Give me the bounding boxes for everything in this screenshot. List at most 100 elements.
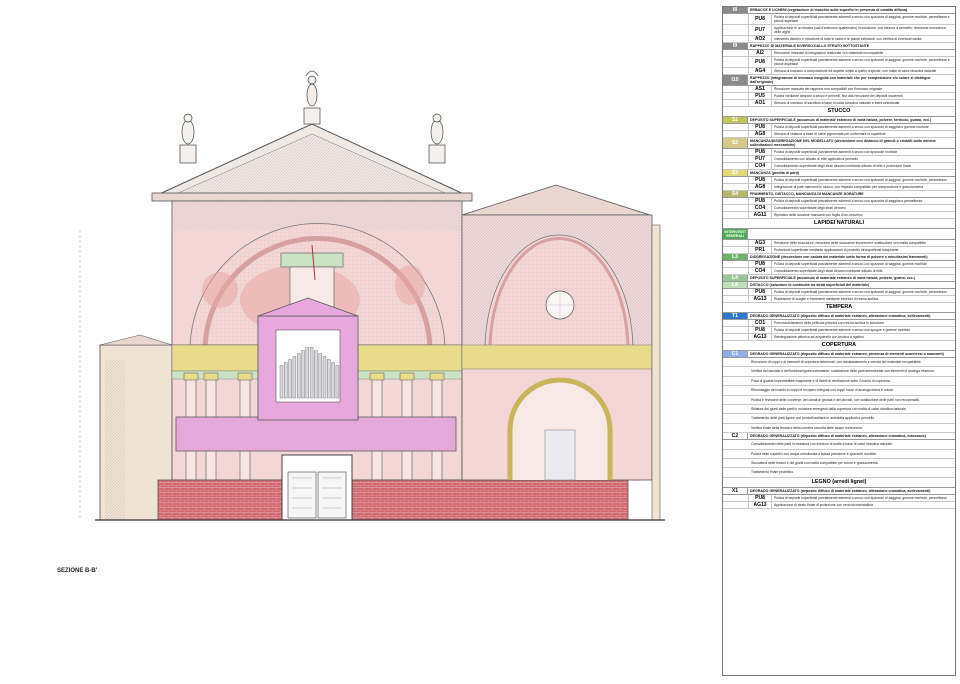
legend-item-header: INTERVENTI GENERALI: [723, 229, 955, 240]
legend-item-header: L4 DEPOSITO SUPERFICIALE (accumulo di mat…: [723, 275, 955, 282]
legend-c1-note: Pulizia e revisione delle converse, dei …: [723, 396, 955, 406]
legend-item-title: DEGRADO GENERALIZZATO (deposito diffuso …: [750, 352, 944, 356]
legend-sub-row: PU8 Pulizia di depositi superficiali parz…: [723, 14, 955, 25]
legend-c2-note: Pulizia delle superfici con acqua nebuli…: [723, 450, 955, 460]
legend-op-text: Rimozione manuale di integrazioni realiz…: [774, 51, 884, 55]
organ-pipe: [305, 347, 309, 399]
central-door: [281, 454, 353, 521]
legend-code: I9: [723, 43, 748, 49]
legend-op-text: Applicazione di strato finale di protezi…: [774, 502, 873, 507]
legend-sub-spacer: [723, 494, 749, 501]
legend-item-title: [748, 229, 955, 239]
legend-op-text: Riadesione di scaglie e frammenti median…: [774, 297, 879, 301]
column-capital: [429, 372, 445, 381]
legend-code: C1: [723, 351, 748, 357]
legend-item-header: L5 DISTACCO (soluzione di continuità tra …: [723, 282, 955, 289]
legend-code: S4: [723, 191, 748, 197]
legend-item-header: I10 RAPPEZZO (integrazione di intonaco es…: [723, 75, 955, 86]
legend-sub-spacer: [723, 184, 749, 190]
legend-op-code: AG3: [749, 240, 772, 246]
legend-c2-note: Trattamento finale protettivo.: [723, 468, 955, 478]
legend-op-code: PU7: [749, 156, 772, 162]
legend-sub-row: AG11 Ripristino delle dorature mancanti c…: [723, 212, 955, 219]
legend-sub-spacer: [723, 68, 749, 74]
legend-op-text: Pulizia di depositi superficiali parzial…: [774, 125, 929, 129]
legend-item-title: DEPOSITO SUPERFICIALE (accumulo di mater…: [750, 276, 916, 280]
legend-op-text: Pulizia di depositi superficiali parzial…: [774, 495, 947, 500]
organ-pipe: [301, 350, 305, 399]
legend-sub-row: CO4 Consolidamento superficiale degli str…: [723, 205, 955, 212]
legend-op-text: Stesura di intonaco a composizione ed as…: [774, 69, 937, 73]
legend-code: S2: [723, 138, 748, 148]
organ: [257, 297, 359, 421]
legend-op-text: Stesura di velatura a base di calce pigm…: [774, 132, 886, 136]
legend-op-text: Consolidamento superficiale degli strati…: [774, 164, 912, 168]
legend-c1-note: Verifica del tavolato e dell'orditura li…: [723, 367, 955, 377]
legend-item-title: DEGRADO GENERALIZZATO (deposito diffuso …: [750, 434, 926, 439]
legend-code: C2: [723, 433, 748, 440]
legend-op-code: AG13: [749, 296, 772, 302]
legend-item-header: S4 FRAMMENTO, DISTACCO, MANCANZA DI MANCA…: [723, 191, 955, 198]
legend-sub-spacer: [723, 93, 749, 99]
legend-c1-note: Stilatura dei giunti delle parti in mura…: [723, 405, 955, 415]
legend-op-text: Pulizia di depositi superficiali parzial…: [774, 58, 950, 66]
legend-op-code: AG4: [749, 68, 772, 74]
legend-code: S1: [723, 117, 748, 123]
elevation-svg: SEZIONE B-B': [57, 70, 665, 574]
legend-item-header: I9 RAPPEZZO DI MATERIALE DIVERSO DALLO ST…: [723, 43, 955, 50]
legend-op-text: Integrazione di parti mancanti in stucco…: [774, 185, 924, 189]
legend-sub-row: PR1 Protezione superficiale mediante appl…: [723, 247, 955, 254]
organ-pipe: [284, 362, 288, 399]
legend-op-text: Consolidamento con silicato di etile app…: [774, 157, 859, 161]
legend-op-code: AO1: [749, 100, 772, 106]
legend-c1-note: Posa di guaina impermeabile traspirante …: [723, 377, 955, 387]
legend-sub-spacer: [723, 86, 749, 92]
legend-sub-row: AG8 Stesura di velatura a base di calce p…: [723, 131, 955, 138]
legend-sub-row: AG13 Riadesione di scaglie e frammenti me…: [723, 296, 955, 303]
legend-op-code: CO4: [749, 205, 772, 211]
legend-code: T1: [723, 313, 748, 319]
legend-op-text: Revisione delle stuccature, rimozione de…: [774, 241, 926, 245]
legend-op-text: Rimozione manuale dei rappezzi non compa…: [774, 87, 883, 91]
legend-op-text: Ripristino delle dorature mancanti con f…: [774, 213, 863, 217]
legend-sub-row: AO2 Intervento diserbo e rimozione di tut…: [723, 36, 955, 43]
legend-sub-row: PU8 Pulizia di depositi superficiali parz…: [723, 261, 955, 268]
organ-pipe: [309, 347, 314, 399]
legend-c1-note: Rimontaggio del manto in coppi di recupe…: [723, 386, 955, 396]
column-capital: [399, 372, 415, 381]
legend-op-text: Pulizia mediante tamponi a secco e penne…: [774, 94, 903, 98]
legend-op-code: PR1: [749, 247, 772, 253]
organ-pipe: [335, 365, 340, 399]
legend-sub-row: AS1 Rimozione manuale dei rappezzi non co…: [723, 86, 955, 93]
legend-section-title: STUCCO: [723, 107, 955, 117]
column-capital: [183, 372, 199, 381]
legend-item-title: MANCANZA/DISGREGAZIONE DEL MODELLATO (de…: [750, 139, 936, 147]
legend-item-header: C2 DEGRADO GENERALIZZATO (deposito diffus…: [723, 433, 955, 441]
legend-sub-spacer: [723, 156, 749, 162]
legend-sub-spacer: [723, 163, 749, 169]
legend-item-title: RAPPEZZO DI MATERIALE DIVERSO DALLO STRA…: [750, 44, 870, 48]
legend-item-title: DISGREGAZIONE (decoesione con caduta del…: [750, 255, 928, 259]
column-capital: [369, 372, 385, 381]
legend-sub-spacer: [723, 25, 749, 35]
legend-sub-row: AG13 Reintegrazione pittorica ad acquerel…: [723, 334, 955, 341]
statue-left: [179, 113, 197, 164]
legend-sub-row: PU8 Pulizia di depositi superficiali parz…: [723, 124, 955, 131]
legend-item-title: DEGRADO GENERALIZZATO (deposito diffuso …: [750, 314, 931, 318]
section-label: SEZIONE B-B': [57, 568, 98, 574]
legend-op-code: AG8: [749, 131, 772, 137]
pediment: [151, 123, 473, 202]
legend-sub-row: AG3 Revisione delle stuccature, rimozione…: [723, 240, 955, 247]
legend-sub-row: CO4 Consolidamento superficiale degli str…: [723, 163, 955, 170]
organ-pipe: [292, 356, 297, 399]
legend-op-code: AO2: [749, 36, 772, 42]
legend-item-header: T1 DEGRADO GENERALIZZATO (deposito diffus…: [723, 313, 955, 320]
legend-item-header: L3 DISGREGAZIONE (decoesione con caduta d…: [723, 254, 955, 261]
legend-sub-spacer: [723, 50, 749, 56]
legend-sub-row: PU8 Pulizia di depositi superficiali parz…: [723, 177, 955, 184]
legend-item-header: C1 DEGRADO GENERALIZZATO (deposito diffus…: [723, 351, 955, 358]
legend-op-code: PU8: [749, 289, 772, 295]
legend-op-code: AG13: [749, 334, 772, 340]
legend-sub-spacer: [723, 131, 749, 137]
legend-sub-row: PU7 Consolidamento con silicato di etile …: [723, 156, 955, 163]
